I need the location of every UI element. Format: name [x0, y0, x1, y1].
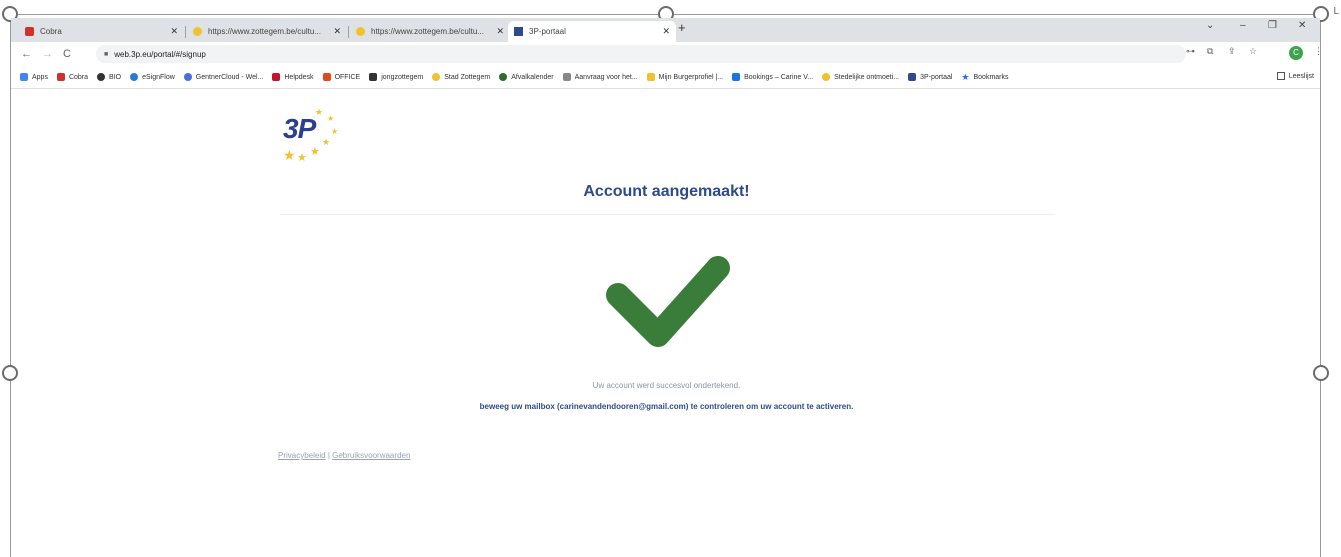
url-text: web.3p.eu/portal/#/signup — [114, 49, 206, 59]
tab-close-icon[interactable]: ✕ — [170, 26, 178, 37]
footer-separator: | — [327, 451, 330, 460]
tab-close-icon[interactable]: ✕ — [333, 26, 341, 37]
bookmark-3p-portaal[interactable]: 3P-portaal — [908, 73, 952, 81]
tab-3p-portaal[interactable]: 3P-portaal ✕ — [508, 21, 676, 42]
profile-avatar[interactable]: C — [1289, 46, 1303, 60]
star-icon: ★ — [315, 107, 324, 117]
helpdesk-icon — [272, 73, 281, 81]
star-icon: ★ — [322, 137, 331, 147]
afvalkalender-icon — [499, 73, 508, 81]
tab-separator — [348, 26, 349, 38]
star-icon: ★ — [310, 146, 320, 158]
star-icon: ★ — [283, 147, 296, 163]
bookings-icon — [732, 73, 741, 81]
bookmark-bookings[interactable]: Bookings – Carine V... — [732, 73, 813, 81]
cloud-icon — [183, 73, 192, 81]
bookmark-stedelijke[interactable]: Stedelijke ontmoeti... — [822, 73, 899, 81]
3p-favicon-icon — [514, 27, 523, 36]
back-arrow-icon[interactable]: ← — [21, 48, 32, 60]
bookmark-gentnercloud[interactable]: GentnerCloud - Wel... — [183, 73, 263, 81]
success-message: Uw account werd succesvol ondertekend. — [592, 381, 741, 390]
bookmark-helpdesk[interactable]: Helpdesk — [272, 73, 314, 81]
bookmark-bookmarks[interactable]: ★ Bookmarks — [961, 72, 1008, 83]
star-icon: ★ — [961, 71, 970, 82]
minimize-button[interactable]: – — [1240, 20, 1246, 31]
reading-list-button[interactable]: Leeslijst — [1276, 72, 1314, 80]
forward-arrow-icon[interactable]: → — [42, 48, 53, 60]
tab-search-icon[interactable]: ⌄ — [1206, 20, 1214, 31]
zottegem-favicon-icon — [356, 27, 365, 36]
lock-icon: ■ — [104, 50, 109, 58]
globe-icon — [97, 73, 106, 81]
terms-of-use-link[interactable]: Gebruiksvoorwaarden — [332, 451, 410, 460]
tab-label: https://www.zottegem.be/cultu... — [371, 27, 484, 36]
jongzottegem-icon — [369, 73, 378, 81]
share-icon[interactable]: ⇪ — [1228, 46, 1236, 57]
star-icon: ★ — [331, 127, 339, 136]
zottegem-icon — [432, 73, 441, 81]
reload-icon[interactable]: C — [63, 48, 71, 60]
cobra-favicon-icon — [25, 27, 34, 36]
menu-kebab-icon[interactable]: ⋮ — [1314, 46, 1323, 57]
star-icon: ★ — [327, 114, 335, 123]
key-icon[interactable]: ⊶ — [1186, 46, 1195, 57]
bookmark-burgerprofiel[interactable]: Mijn Burgerprofiel |... — [646, 73, 723, 81]
bookmark-aanvraag[interactable]: Aanvraag voor het... — [562, 73, 638, 81]
checkmark-icon — [606, 256, 730, 347]
tab-label: 3P-portaal — [529, 27, 566, 36]
privacy-policy-link[interactable]: Privacybeleid — [278, 451, 326, 460]
tab-separator — [185, 26, 186, 38]
address-bar[interactable]: ■ web.3p.eu/portal/#/signup — [96, 45, 1186, 63]
new-tab-button[interactable]: + — [678, 20, 686, 35]
bookmark-office[interactable]: OFFICE — [322, 73, 360, 81]
bookmark-star-icon[interactable]: ☆ — [1249, 46, 1257, 57]
browser-toolbar: ← → C ■ web.3p.eu/portal/#/signup ⊶ ⧉ ⇪ … — [11, 42, 1323, 66]
star-icon: ★ — [297, 152, 307, 164]
bookmark-esignflow[interactable]: eSignFlow — [130, 73, 175, 81]
bookmark-cobra[interactable]: Cobra — [56, 73, 88, 81]
tab-cobra[interactable]: Cobra ✕ — [19, 21, 184, 42]
corner-mark: L — [1333, 6, 1339, 17]
office-icon — [322, 73, 331, 81]
bookmark-afvalkalender[interactable]: Afvalkalender — [499, 73, 554, 81]
3p-icon — [908, 73, 917, 81]
burgerprofiel-icon — [646, 73, 655, 81]
close-window-button[interactable]: ✕ — [1298, 20, 1306, 31]
resize-handle-middle-left[interactable] — [2, 365, 18, 381]
bookmark-bio[interactable]: BIO — [97, 73, 121, 81]
page-title: Account aangemaakt! — [583, 183, 750, 200]
esignflow-icon — [130, 73, 139, 81]
apps-grid-icon — [20, 73, 28, 81]
logo-text: 3P — [283, 113, 316, 144]
zottegem-favicon-icon — [193, 27, 202, 36]
tab-label: Cobra — [40, 27, 62, 36]
aanvraag-icon — [562, 73, 571, 81]
tab-label: https://www.zottegem.be/cultu... — [208, 27, 321, 36]
bookmark-jongzottegem[interactable]: jongzottegem — [369, 73, 423, 81]
resize-handle-middle-right[interactable] — [1313, 365, 1329, 381]
tab-zottegem-1[interactable]: https://www.zottegem.be/cultu... ✕ — [187, 21, 347, 42]
reading-list-icon — [1276, 72, 1285, 80]
tab-close-icon[interactable]: ✕ — [496, 26, 504, 37]
bookmark-apps[interactable]: Apps — [20, 73, 48, 81]
bookmarks-bar: Apps Cobra BIO eSignFlow GentnerCloud - … — [11, 66, 1320, 89]
bookmark-stad-zottegem[interactable]: Stad Zottegem — [432, 73, 490, 81]
activation-instruction: beweeg uw mailbox (carinevandendooren@gm… — [479, 402, 854, 411]
tab-close-icon[interactable]: ✕ — [662, 26, 670, 37]
footer-links: Privacybeleid | Gebruiksvoorwaarden — [278, 451, 410, 460]
divider — [280, 214, 1055, 215]
translate-icon[interactable]: ⧉ — [1207, 46, 1213, 57]
3p-logo: 3P ★ ★ ★ ★ ★ ★ ★ — [283, 107, 343, 167]
restore-button[interactable]: ❐ — [1268, 20, 1277, 31]
zottegem-icon — [822, 73, 831, 81]
tab-zottegem-2[interactable]: https://www.zottegem.be/cultu... ✕ — [350, 21, 510, 42]
cobra-icon — [56, 73, 65, 81]
tab-strip: Cobra ✕ https://www.zottegem.be/cultu...… — [11, 18, 1320, 42]
